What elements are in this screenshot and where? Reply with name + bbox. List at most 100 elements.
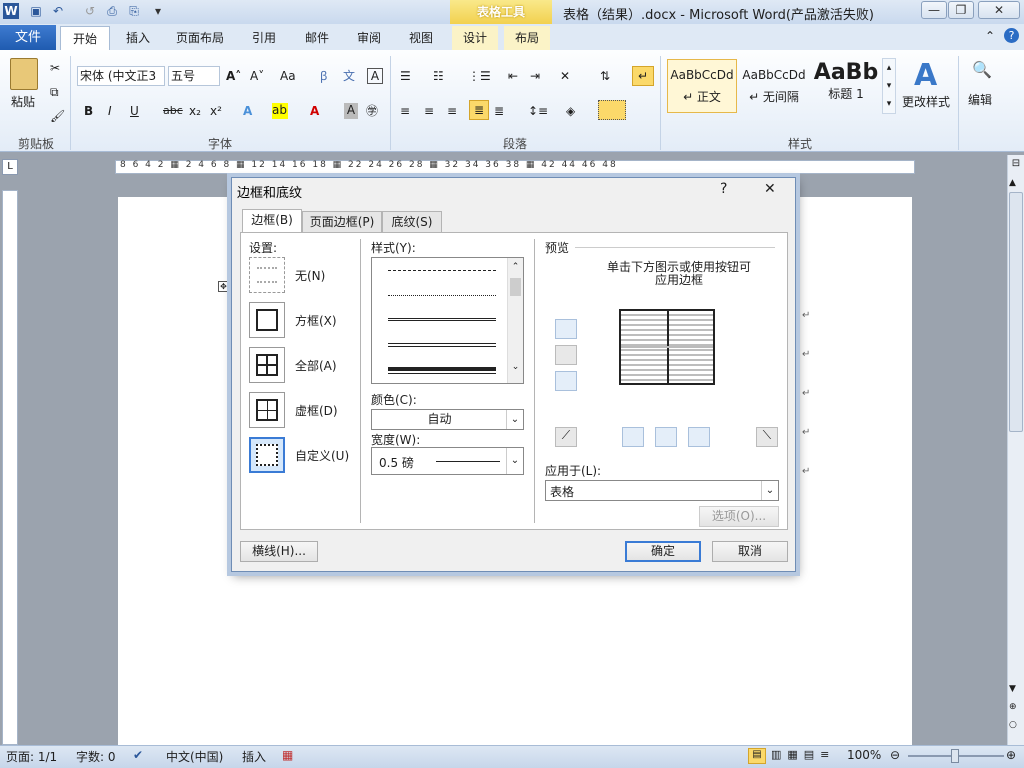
char-shading-icon[interactable]: A [344, 103, 358, 119]
preview-table[interactable] [619, 309, 715, 385]
change-styles-icon[interactable]: A [914, 58, 937, 93]
justify-icon[interactable]: ≣ [469, 100, 489, 120]
insert-mode[interactable]: 插入 [242, 748, 266, 765]
tab-layout[interactable]: 布局 [504, 26, 550, 50]
inner-horizontal-border-button[interactable] [555, 345, 577, 365]
diagonal-up-icon[interactable]: ⟋ [555, 427, 577, 447]
tab-view[interactable]: 视图 [400, 26, 442, 50]
line-spacing-icon[interactable]: ↕≡ [528, 101, 548, 121]
tab-shading[interactable]: 底纹(S) [382, 211, 442, 233]
grow-font-icon[interactable]: A˄ [226, 66, 241, 86]
dialog-close-button[interactable]: ✕ [764, 181, 776, 197]
chevron-down-icon[interactable]: ⌄ [506, 410, 523, 429]
line-style-dashdotdot[interactable] [388, 295, 496, 296]
shading-icon[interactable]: ◈ [566, 101, 575, 121]
scroll-down-icon[interactable]: ⌄ [508, 362, 523, 372]
scrollbar-thumb[interactable] [1009, 192, 1023, 432]
line-style-list[interactable]: ⌃ ⌄ [371, 257, 524, 384]
left-border-button[interactable] [622, 427, 644, 447]
line-style-scrollbar[interactable]: ⌃ ⌄ [507, 258, 523, 383]
ok-button[interactable]: 确定 [625, 541, 701, 562]
diagonal-down-icon[interactable]: ⟍ [756, 427, 778, 447]
tab-file[interactable]: 文件 [0, 25, 56, 50]
decrease-indent-icon[interactable]: ⇤ [508, 66, 518, 86]
minimize-button[interactable]: — [921, 1, 947, 19]
tab-borders[interactable]: 边框(B) [242, 209, 302, 234]
setting-none-icon[interactable] [249, 257, 285, 293]
font-color-icon[interactable]: A [310, 101, 319, 121]
save-icon[interactable]: ▣ [28, 3, 44, 19]
format-painter-icon[interactable]: 🖌 [50, 106, 65, 126]
inner-vertical-border-button[interactable] [655, 427, 677, 447]
options-button[interactable]: 选项(O)... [699, 506, 779, 527]
setting-grid-icon[interactable] [249, 392, 285, 428]
align-left-icon[interactable]: ≡ [400, 101, 410, 121]
setting-box-label[interactable]: 方框(X) [295, 312, 337, 329]
undo-icon[interactable]: ↶ [50, 3, 66, 19]
tab-home[interactable]: 开始 [60, 26, 110, 50]
text-effects-icon[interactable]: A [243, 101, 252, 121]
language-indicator[interactable]: 中文(中国) [166, 748, 223, 765]
setting-custom-icon[interactable] [249, 437, 285, 473]
superscript-icon[interactable]: x² [210, 101, 222, 121]
styles-gallery-scroll[interactable]: ▴ ▾ ▾ [882, 58, 896, 114]
shrink-font-icon[interactable]: A˅ [250, 66, 264, 86]
tab-selector[interactable]: L [2, 159, 18, 175]
print-layout-view-icon[interactable]: ▤ [748, 748, 766, 764]
table-move-handle-icon[interactable]: ✥ [218, 281, 229, 292]
redo-icon[interactable]: ↺ [82, 3, 98, 19]
setting-box-icon[interactable] [249, 302, 285, 338]
sort-icon[interactable]: ⇅ [600, 66, 610, 86]
subscript-icon[interactable]: x₂ [189, 101, 201, 121]
show-marks-icon[interactable]: ↵ [632, 66, 654, 86]
style-no-spacing[interactable]: AaBbCcDd ↵ 无间隔 [739, 59, 809, 113]
width-select[interactable]: 0.5 磅 ⌄ [371, 447, 524, 475]
font-size-combo[interactable]: 五号 [168, 66, 220, 86]
highlight-icon[interactable]: ab [272, 103, 288, 119]
align-right-icon[interactable]: ≡ [447, 101, 457, 121]
print-preview-icon[interactable]: ⎙ [104, 3, 120, 19]
right-border-button[interactable] [688, 427, 710, 447]
quick-print-icon[interactable]: ⎘ [126, 3, 142, 19]
minimize-ribbon-icon[interactable]: ⌃ [985, 29, 995, 43]
increase-indent-icon[interactable]: ⇥ [530, 66, 540, 86]
ruler-toggle-icon[interactable]: ⊟ [1009, 158, 1023, 174]
char-border-icon[interactable]: A [367, 68, 383, 84]
tab-design[interactable]: 设计 [452, 26, 498, 50]
style-normal[interactable]: AaBbCcDd ↵ 正文 [667, 59, 737, 113]
setting-none-label[interactable]: 无(N) [295, 267, 325, 284]
font-name-combo[interactable]: 宋体 (中文正3 [77, 66, 165, 86]
paste-icon[interactable] [10, 58, 38, 90]
cancel-button[interactable]: 取消 [712, 541, 788, 562]
chevron-down-icon[interactable]: ⌄ [761, 481, 778, 500]
bottom-border-button[interactable] [555, 371, 577, 391]
asian-layout-icon[interactable]: ✕ [560, 66, 570, 86]
multilevel-list-icon[interactable]: ⋮☰ [468, 66, 491, 86]
color-select[interactable]: 自动 ⌄ [371, 409, 524, 430]
proofing-icon[interactable]: ✔ [133, 748, 143, 762]
line-style-dashdot[interactable] [388, 270, 496, 271]
zoom-level[interactable]: 100% [847, 748, 881, 762]
phonetic-guide-icon[interactable]: 文 [343, 66, 355, 86]
paste-button[interactable]: 粘贴 [11, 92, 35, 112]
line-style-thin-thick[interactable] [388, 318, 496, 322]
cut-icon[interactable]: ✂ [50, 58, 60, 78]
restore-button[interactable]: ❐ [948, 1, 974, 19]
macro-record-icon[interactable]: ▦ [282, 748, 293, 762]
line-style-double[interactable] [388, 343, 496, 347]
chevron-down-icon[interactable]: ⌄ [506, 448, 523, 474]
numbering-icon[interactable]: ☷ [433, 66, 444, 86]
view-mode-icons[interactable]: ▥▦▤≡ [771, 748, 835, 761]
dialog-help-button[interactable]: ? [720, 181, 727, 197]
editing-button[interactable]: 编辑 [968, 90, 992, 110]
scroll-thumb[interactable] [510, 278, 521, 296]
zoom-slider-thumb[interactable] [951, 749, 959, 763]
apply-to-select[interactable]: 表格 ⌄ [545, 480, 779, 501]
align-center-icon[interactable]: ≡ [424, 101, 434, 121]
scroll-up-icon[interactable]: ▲ [1009, 178, 1016, 188]
zoom-in-icon[interactable]: ⊕ [1006, 748, 1016, 762]
setting-grid-label[interactable]: 虚框(D) [295, 402, 338, 419]
change-styles-button[interactable]: 更改样式 [902, 92, 950, 112]
enclose-char-icon[interactable]: ㊫ [366, 101, 378, 121]
setting-custom-label[interactable]: 自定义(U) [295, 447, 349, 464]
